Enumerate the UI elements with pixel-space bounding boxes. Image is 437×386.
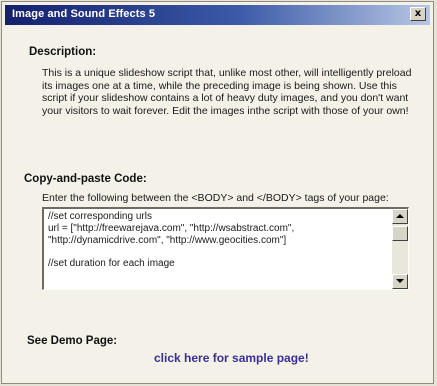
close-icon: x — [414, 8, 422, 19]
window-title: Image and Sound Effects 5 — [12, 8, 156, 20]
arrow-up-icon — [396, 214, 404, 218]
dialog-window: Image and Sound Effects 5 x Description:… — [1, 1, 434, 384]
description-text: This is a unique slideshow script that, … — [42, 67, 412, 117]
code-textarea[interactable]: //set corresponding urls url = ["http://… — [42, 207, 409, 290]
code-instruction: Enter the following between the <BODY> a… — [42, 192, 389, 204]
vertical-scrollbar[interactable] — [392, 209, 408, 289]
arrow-down-icon — [396, 279, 404, 283]
title-bar[interactable]: Image and Sound Effects 5 x — [5, 5, 430, 25]
code-content[interactable]: //set corresponding urls url = ["http://… — [48, 211, 386, 270]
scroll-up-button[interactable] — [392, 209, 408, 224]
demo-heading: See Demo Page: — [27, 335, 118, 347]
scroll-thumb[interactable] — [392, 226, 408, 241]
description-heading: Description: — [29, 46, 97, 58]
scroll-down-button[interactable] — [392, 274, 408, 289]
code-heading: Copy-and-paste Code: — [24, 173, 147, 185]
sample-page-link[interactable]: click here for sample page! — [154, 351, 309, 365]
close-button[interactable]: x — [410, 7, 426, 21]
